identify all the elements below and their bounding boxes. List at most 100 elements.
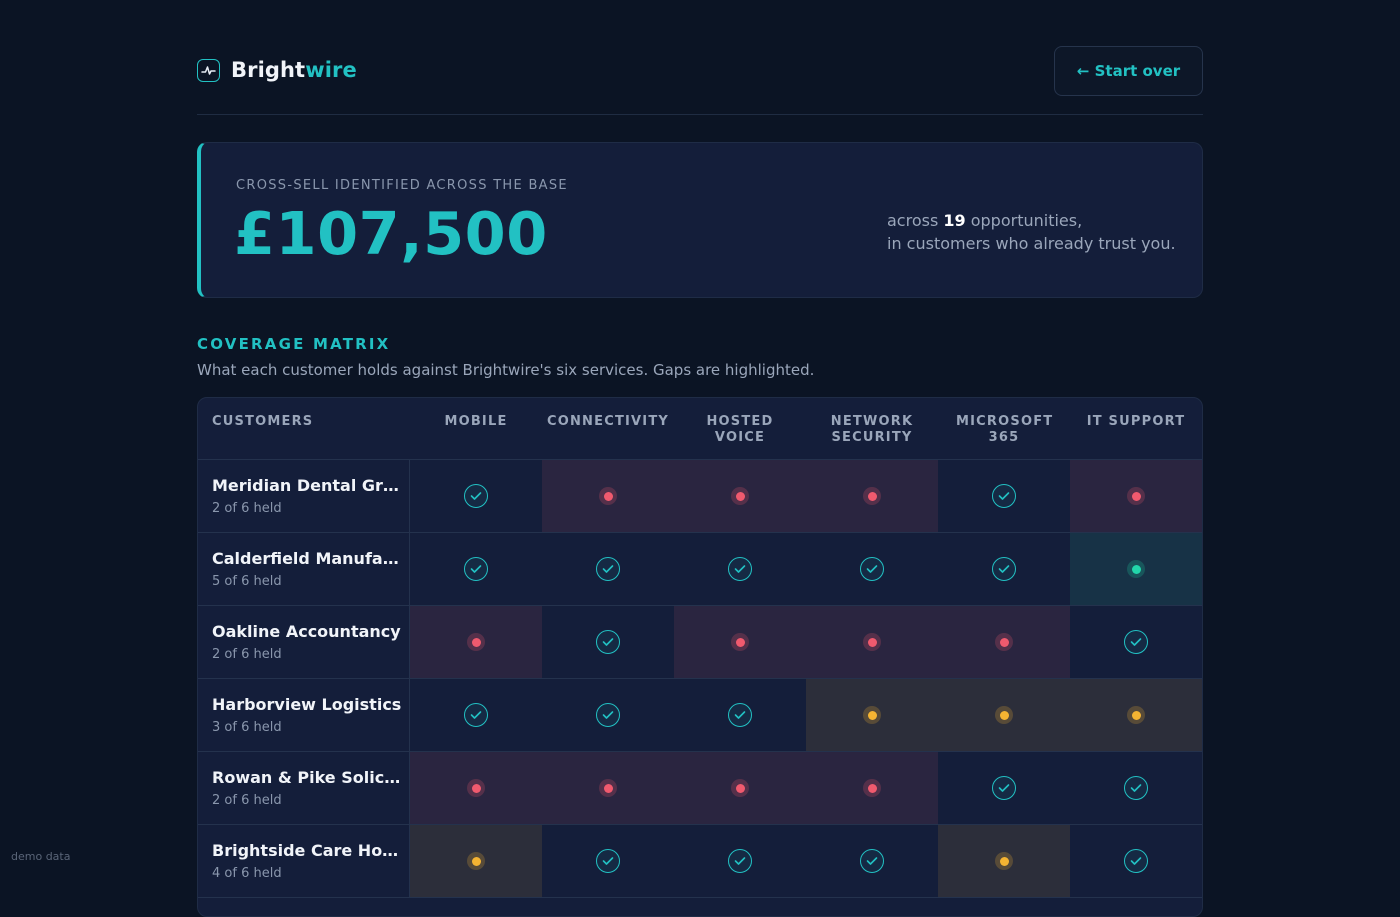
customer-name: Oakline Accountancy (212, 622, 401, 641)
customer-held-count: 2 of 6 held (212, 793, 282, 808)
check-icon (728, 849, 752, 873)
cross-sell-amount: £107,500 (234, 199, 548, 268)
check-icon (464, 703, 488, 727)
coverage-cell-hosted-voice[interactable] (674, 825, 806, 897)
gap-dot-icon (731, 779, 749, 797)
check-icon (596, 849, 620, 873)
coverage-cell-microsoft-365[interactable] (938, 533, 1070, 605)
coverage-cell-mobile[interactable] (410, 606, 542, 678)
customer-cell[interactable]: Harborview Logistics 3 of 6 held (198, 679, 410, 751)
coverage-cell-microsoft-365[interactable] (938, 460, 1070, 532)
coverage-cell-microsoft-365[interactable] (938, 752, 1070, 824)
gap-dot-icon (467, 633, 485, 651)
coverage-cell-connectivity[interactable] (542, 679, 674, 751)
coverage-cell-it-support[interactable] (1070, 825, 1202, 897)
coverage-cell-microsoft-365[interactable] (938, 679, 1070, 751)
brand-name: Brightwire (231, 58, 357, 82)
gap-dot-icon (731, 487, 749, 505)
customer-held-count: 4 of 6 held (212, 866, 282, 881)
check-icon (728, 703, 752, 727)
check-icon (1124, 630, 1148, 654)
coverage-cell-network-security[interactable] (806, 679, 938, 751)
customer-name: Rowan & Pike Solic… (212, 768, 401, 787)
gap-dot-icon (863, 779, 881, 797)
coverage-cell-mobile[interactable] (410, 752, 542, 824)
coverage-cell-network-security[interactable] (806, 606, 938, 678)
coverage-cell-mobile[interactable] (410, 825, 542, 897)
customer-held-count: 5 of 6 held (212, 574, 282, 589)
column-header-connectivity: CONNECTIVITY (546, 414, 670, 429)
table-row[interactable]: Meridian Dental Gr… 2 of 6 held (198, 460, 1202, 533)
table-row[interactable]: Harborview Logistics 3 of 6 held (198, 679, 1202, 752)
coverage-cell-mobile[interactable] (410, 533, 542, 605)
coverage-cell-network-security[interactable] (806, 460, 938, 532)
coverage-cell-hosted-voice[interactable] (674, 460, 806, 532)
customer-cell[interactable]: Brightside Care Ho… 4 of 6 held (198, 825, 410, 897)
customer-name: Meridian Dental Gr… (212, 476, 399, 495)
gap-dot-icon (731, 633, 749, 651)
table-row[interactable]: Rowan & Pike Solic… 2 of 6 held (198, 752, 1202, 825)
customer-cell[interactable]: Meridian Dental Gr… 2 of 6 held (198, 460, 410, 532)
demo-data-label: demo data (11, 850, 71, 863)
coverage-matrix: CUSTOMERS MOBILE CONNECTIVITY HOSTED VOI… (197, 397, 1203, 917)
coverage-cell-it-support[interactable] (1070, 533, 1202, 605)
check-icon (596, 630, 620, 654)
coverage-cell-connectivity[interactable] (542, 752, 674, 824)
check-icon (464, 484, 488, 508)
brand-name-part1: Bright (231, 58, 306, 82)
matrix-header: CUSTOMERS MOBILE CONNECTIVITY HOSTED VOI… (198, 398, 1202, 460)
warning-dot-icon (863, 706, 881, 724)
coverage-cell-microsoft-365[interactable] (938, 606, 1070, 678)
summary-kicker: CROSS-SELL IDENTIFIED ACROSS THE BASE (236, 178, 568, 193)
summary-description: across 19 opportunities, in customers wh… (887, 209, 1176, 255)
coverage-cell-it-support[interactable] (1070, 460, 1202, 532)
customer-cell[interactable]: Calderfield Manufa… 5 of 6 held (198, 533, 410, 605)
gap-dot-icon (995, 633, 1013, 651)
coverage-cell-connectivity[interactable] (542, 825, 674, 897)
coverage-cell-hosted-voice[interactable] (674, 679, 806, 751)
check-icon (992, 557, 1016, 581)
coverage-cell-network-security[interactable] (806, 825, 938, 897)
check-icon (860, 849, 884, 873)
warning-dot-icon (995, 706, 1013, 724)
coverage-cell-mobile[interactable] (410, 460, 542, 532)
coverage-cell-it-support[interactable] (1070, 606, 1202, 678)
column-header-network-security: NETWORK SECURITY (830, 414, 914, 445)
coverage-cell-connectivity[interactable] (542, 533, 674, 605)
customer-name: Harborview Logistics (212, 695, 402, 714)
check-icon (596, 557, 620, 581)
coverage-cell-microsoft-365[interactable] (938, 825, 1070, 897)
coverage-cell-mobile[interactable] (410, 679, 542, 751)
gap-dot-icon (467, 779, 485, 797)
summary-line2: in customers who already trust you. (887, 234, 1176, 253)
coverage-cell-hosted-voice[interactable] (674, 752, 806, 824)
table-row[interactable]: Brightside Care Ho… 4 of 6 held (198, 825, 1202, 898)
coverage-cell-network-security[interactable] (806, 533, 938, 605)
check-icon (992, 776, 1016, 800)
coverage-cell-hosted-voice[interactable] (674, 533, 806, 605)
brand-logo[interactable]: Brightwire (197, 58, 357, 82)
customer-cell[interactable]: Oakline Accountancy 2 of 6 held (198, 606, 410, 678)
gap-dot-icon (1127, 487, 1145, 505)
coverage-cell-network-security[interactable] (806, 752, 938, 824)
coverage-cell-it-support[interactable] (1070, 752, 1202, 824)
customer-cell[interactable]: Rowan & Pike Solic… 2 of 6 held (198, 752, 410, 824)
warning-dot-icon (1127, 706, 1145, 724)
coverage-cell-it-support[interactable] (1070, 679, 1202, 751)
column-header-mobile: MOBILE (444, 414, 508, 429)
coverage-cell-connectivity[interactable] (542, 460, 674, 532)
coverage-cell-hosted-voice[interactable] (674, 606, 806, 678)
summary-line1-prefix: across (887, 211, 944, 230)
gap-dot-icon (863, 633, 881, 651)
warning-dot-icon (467, 852, 485, 870)
start-over-button[interactable]: ← Start over (1054, 46, 1203, 96)
table-row[interactable]: Calderfield Manufa… 5 of 6 held (198, 533, 1202, 606)
opportunity-count: 19 (943, 211, 966, 230)
brand-name-part2: wire (305, 58, 357, 82)
table-row[interactable]: Oakline Accountancy 2 of 6 held (198, 606, 1202, 679)
summary-line1-suffix: opportunities, (965, 211, 1083, 230)
gap-dot-icon (599, 487, 617, 505)
check-icon (596, 703, 620, 727)
check-icon (464, 557, 488, 581)
coverage-cell-connectivity[interactable] (542, 606, 674, 678)
